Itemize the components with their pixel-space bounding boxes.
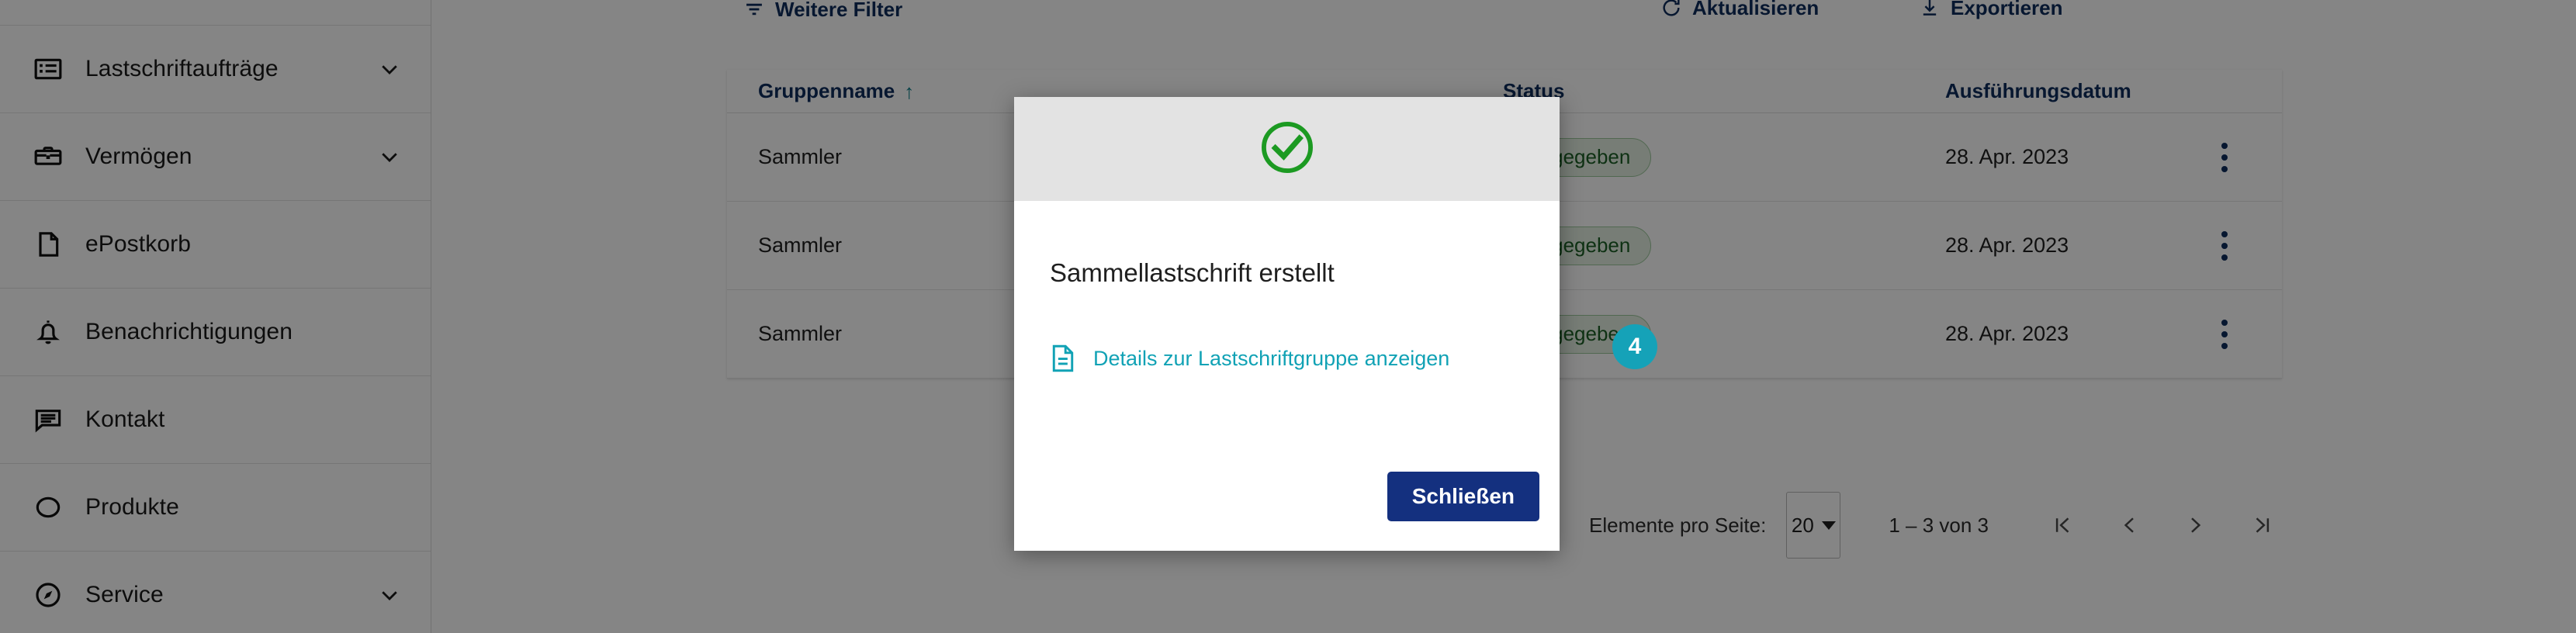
pagination-range-label: 1 – 3 von 3 bbox=[1889, 513, 1989, 537]
column-header-ausfuehrungsdatum[interactable]: Ausführungsdatum bbox=[1945, 79, 2201, 103]
row-actions-menu-icon[interactable] bbox=[2201, 134, 2248, 181]
more-filters-label: Weitere Filter bbox=[775, 0, 903, 21]
cell-status: freigegeben bbox=[1503, 137, 1945, 177]
first-page-icon[interactable] bbox=[2045, 507, 2080, 543]
sort-ascending-icon: ↑ bbox=[904, 79, 915, 103]
details-link[interactable]: Details zur Lastschriftgruppe anzeigen bbox=[1050, 343, 1449, 374]
refresh-label: Aktualisieren bbox=[1692, 0, 1819, 19]
sidebar-item-label: ePostkorb bbox=[85, 231, 191, 257]
pagination-controls bbox=[2045, 507, 2280, 543]
sidebar-navigation: Lastschriftaufträge Vermögen ePostkorb B… bbox=[0, 0, 431, 633]
sidebar-item-kontakt[interactable]: Kontakt bbox=[0, 376, 431, 464]
sidebar-item-benachrichtigungen[interactable]: Benachrichtigungen bbox=[0, 289, 431, 376]
table-toolbar: Weitere Filter Aktualisieren Exportieren bbox=[431, 0, 2576, 48]
sidebar-item-label: Vermögen bbox=[85, 144, 192, 169]
sidebar-item-epostkorb[interactable]: ePostkorb bbox=[0, 201, 431, 289]
success-dialog: Sammellastschrift erstellt Details zur L… bbox=[1014, 97, 1560, 551]
dialog-title: Sammellastschrift erstellt bbox=[1050, 258, 1335, 287]
sidebar-item-service[interactable]: Service bbox=[0, 552, 431, 633]
column-header-label: Gruppenname bbox=[758, 79, 895, 102]
filter-icon bbox=[743, 0, 766, 21]
sidebar-item-label: Lastschriftaufträge bbox=[85, 56, 279, 81]
sidebar-item-label: Service bbox=[85, 582, 164, 607]
cell-actions bbox=[2201, 311, 2282, 358]
click-step-marker: 4 bbox=[1612, 324, 1657, 369]
next-page-icon[interactable] bbox=[2178, 507, 2214, 543]
chevron-down-icon bbox=[1821, 521, 1836, 530]
cell-actions bbox=[2201, 223, 2282, 269]
column-header-status[interactable]: Status bbox=[1503, 79, 1945, 103]
circle-icon bbox=[31, 490, 65, 524]
document-lines-icon bbox=[1050, 343, 1076, 374]
cell-ausfuehrungsdatum: 28. Apr. 2023 bbox=[1945, 233, 2069, 257]
refresh-button[interactable]: Aktualisieren bbox=[1660, 0, 1819, 23]
last-page-icon[interactable] bbox=[2245, 507, 2280, 543]
items-per-page-value: 20 bbox=[1791, 513, 1814, 537]
dialog-body: Sammellastschrift erstellt Details zur L… bbox=[1014, 201, 1560, 551]
close-button[interactable]: Schließen bbox=[1387, 472, 1539, 521]
sidebar-item-label: Benachrichtigungen bbox=[85, 319, 293, 344]
export-button[interactable]: Exportieren bbox=[1918, 0, 2063, 23]
cell-ausfuehrungsdatum: 28. Apr. 2023 bbox=[1945, 322, 2069, 345]
refresh-icon bbox=[1660, 0, 1683, 19]
row-actions-menu-icon[interactable] bbox=[2201, 223, 2248, 269]
items-per-page-select[interactable]: 20 bbox=[1786, 492, 1841, 559]
sidebar-top-spacer bbox=[0, 0, 431, 26]
document-icon bbox=[31, 227, 65, 261]
column-header-label: Ausführungsdatum bbox=[1945, 79, 2131, 102]
success-check-circle-icon bbox=[1257, 117, 1317, 182]
export-label: Exportieren bbox=[1951, 0, 2063, 19]
cell-actions bbox=[2201, 134, 2282, 181]
briefcase-icon bbox=[31, 140, 65, 174]
row-actions-menu-icon[interactable] bbox=[2201, 311, 2248, 358]
dialog-header bbox=[1014, 97, 1560, 201]
download-icon bbox=[1918, 0, 1941, 19]
chevron-down-icon[interactable] bbox=[378, 583, 401, 607]
sidebar-item-produkte[interactable]: Produkte bbox=[0, 464, 431, 552]
sidebar-item-lastschriftauftraege[interactable]: Lastschriftaufträge bbox=[0, 26, 431, 113]
sidebar-item-vermoegen[interactable]: Vermögen bbox=[0, 113, 431, 201]
cell-ausfuehrungsdatum: 28. Apr. 2023 bbox=[1945, 145, 2069, 168]
chevron-down-icon[interactable] bbox=[378, 57, 401, 81]
chevron-down-icon[interactable] bbox=[378, 145, 401, 168]
chat-icon bbox=[31, 403, 65, 437]
compass-icon bbox=[31, 578, 65, 612]
items-per-page-label: Elemente pro Seite: bbox=[1588, 513, 1767, 537]
list-box-icon bbox=[31, 52, 65, 86]
sidebar-item-label: Kontakt bbox=[85, 406, 165, 432]
more-filters-button[interactable]: Weitere Filter bbox=[743, 0, 902, 25]
previous-page-icon[interactable] bbox=[2111, 507, 2147, 543]
sidebar-item-label: Produkte bbox=[85, 494, 179, 520]
details-link-label: Details zur Lastschriftgruppe anzeigen bbox=[1093, 346, 1450, 370]
bell-icon bbox=[31, 315, 65, 349]
application-root: Lastschriftaufträge Vermögen ePostkorb B… bbox=[0, 0, 2576, 633]
cell-status: freigegeben bbox=[1503, 314, 1945, 354]
cell-status: freigegeben bbox=[1503, 226, 1945, 265]
